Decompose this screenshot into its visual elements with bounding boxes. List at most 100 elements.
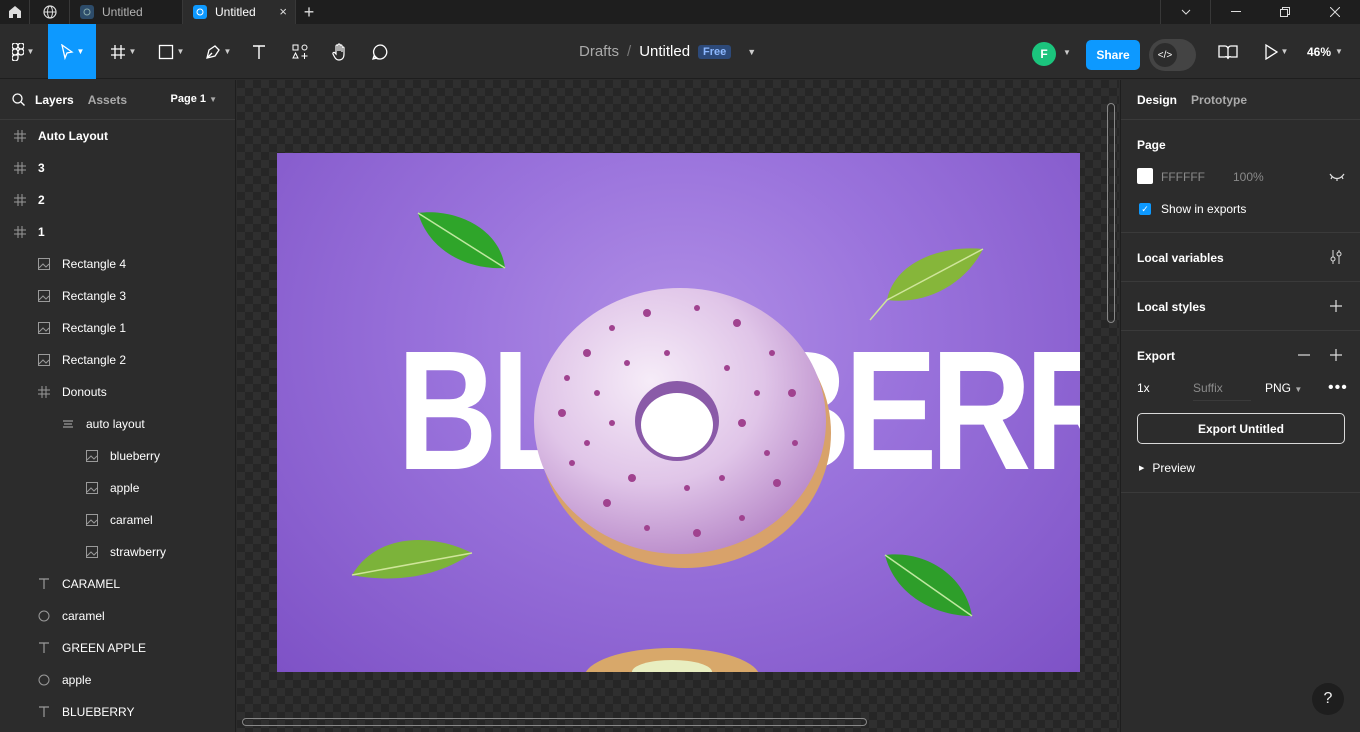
page-color-swatch[interactable] <box>1137 168 1153 184</box>
layer-item[interactable]: caramel <box>0 600 235 632</box>
close-window-button[interactable] <box>1310 0 1360 24</box>
checkbox-checked-icon[interactable]: ✓ <box>1139 203 1151 215</box>
export-button[interactable]: Export Untitled <box>1137 413 1345 444</box>
maximize-button[interactable] <box>1260 0 1310 24</box>
local-variables-label[interactable]: Local variables <box>1137 251 1224 265</box>
help-button[interactable]: ? <box>1312 683 1344 715</box>
export-section-title: Export <box>1137 349 1176 363</box>
export-scale[interactable]: 1x <box>1137 381 1150 395</box>
move-tool-button[interactable]: ▼ <box>48 24 96 79</box>
layer-label: strawberry <box>110 545 167 559</box>
minimize-button[interactable] <box>1210 0 1260 24</box>
text-tool-button[interactable] <box>246 24 272 79</box>
layer-item[interactable]: auto layout <box>0 408 235 440</box>
pen-tool-button[interactable]: ▼ <box>198 24 238 79</box>
breadcrumb-drafts[interactable]: Drafts <box>579 43 619 60</box>
layer-label: 1 <box>38 225 45 239</box>
new-tab-button[interactable]: + <box>296 0 322 24</box>
community-button[interactable] <box>30 0 70 24</box>
local-styles-label[interactable]: Local styles <box>1137 300 1206 314</box>
tab-untitled-2[interactable]: Untitled × <box>183 0 296 24</box>
page-selector[interactable]: Page 1 ▼ <box>171 93 217 105</box>
file-icon <box>193 5 207 19</box>
artboard[interactable]: BLUEBERRY <box>277 153 1080 672</box>
layer-item[interactable]: GREEN APPLE <box>0 632 235 664</box>
layer-item[interactable]: Rectangle 1 <box>0 312 235 344</box>
layer-item[interactable]: BLUEBERRY <box>0 696 235 728</box>
page-color-value[interactable]: FFFFFF <box>1161 170 1205 184</box>
frame-icon <box>12 160 28 176</box>
leaf-image[interactable] <box>347 533 477 583</box>
tab-layers[interactable]: Layers <box>35 93 74 107</box>
tabs-dropdown-button[interactable] <box>1160 0 1210 24</box>
present-button[interactable]: ▼ <box>1258 24 1294 79</box>
main-menu-button[interactable]: ▼ <box>6 24 40 79</box>
export-format-select[interactable]: PNG ▼ <box>1265 381 1302 395</box>
layer-item[interactable]: 3 <box>0 152 235 184</box>
minus-icon[interactable] <box>1298 354 1310 356</box>
search-icon[interactable] <box>12 93 25 106</box>
zoom-control[interactable]: 46% ▼ <box>1307 24 1343 79</box>
tab-prototype[interactable]: Prototype <box>1191 93 1247 107</box>
layer-item[interactable]: apple <box>0 664 235 696</box>
close-tab-button[interactable]: × <box>279 4 287 19</box>
hand-tool-button[interactable] <box>326 24 354 79</box>
library-button[interactable] <box>1214 24 1242 79</box>
plus-icon[interactable] <box>1330 300 1342 312</box>
layer-label: 2 <box>38 193 45 207</box>
frame-tool-button[interactable]: ▼ <box>104 24 142 79</box>
donut-image[interactable] <box>527 283 837 578</box>
page-selector-label: Page 1 <box>170 93 207 105</box>
leaf-image[interactable] <box>865 245 987 325</box>
layer-item[interactable]: 2 <box>0 184 235 216</box>
shape-tool-button[interactable]: ▼ <box>152 24 190 79</box>
layer-item[interactable]: caramel <box>0 504 235 536</box>
sliders-icon[interactable] <box>1329 249 1343 265</box>
donut-partial-image[interactable] <box>582 648 762 672</box>
leaf-image[interactable] <box>880 550 975 620</box>
image-icon <box>36 256 52 272</box>
layer-item[interactable]: Rectangle 3 <box>0 280 235 312</box>
image-icon <box>36 352 52 368</box>
chevron-down-icon[interactable]: ▼ <box>1063 48 1071 57</box>
dev-mode-toggle[interactable]: </> <box>1149 39 1196 71</box>
layer-item[interactable]: CARAMEL <box>0 568 235 600</box>
eye-closed-icon[interactable] <box>1329 172 1345 182</box>
tab-untitled-1[interactable]: Untitled <box>70 0 183 24</box>
layer-item[interactable]: strawberry <box>0 536 235 568</box>
show-in-exports-row[interactable]: ✓ Show in exports <box>1139 202 1246 216</box>
layer-item[interactable]: 1 <box>0 216 235 248</box>
page-opacity-value[interactable]: 100% <box>1233 170 1264 184</box>
comment-tool-button[interactable] <box>366 24 394 79</box>
preview-toggle[interactable]: ▶ Preview <box>1139 461 1195 475</box>
layer-item[interactable]: Rectangle 2 <box>0 344 235 376</box>
layer-label: GREEN APPLE <box>62 641 147 655</box>
layer-item[interactable]: apple <box>0 472 235 504</box>
leaf-image[interactable] <box>415 208 510 273</box>
restore-icon <box>1280 7 1290 17</box>
avatar[interactable]: F <box>1032 42 1056 66</box>
frame-icon <box>12 224 28 240</box>
canvas[interactable]: BLUEBERRY <box>237 80 1119 732</box>
layers-panel: Layers Assets Page 1 ▼ Auto Layout 3 2 1 Rec… <box>0 80 236 732</box>
show-in-exports-label: Show in exports <box>1161 202 1247 216</box>
share-button[interactable]: Share <box>1086 40 1140 70</box>
layer-item[interactable]: blueberry <box>0 440 235 472</box>
more-options-icon[interactable]: ••• <box>1328 379 1348 397</box>
layer-item[interactable]: Rectangle 4 <box>0 248 235 280</box>
image-icon <box>84 448 100 464</box>
resources-tool-button[interactable] <box>286 24 314 79</box>
vertical-scrollbar[interactable] <box>1107 103 1115 323</box>
horizontal-scrollbar[interactable] <box>242 718 867 726</box>
home-button[interactable] <box>0 0 30 24</box>
layer-item[interactable]: Donouts <box>0 376 235 408</box>
chevron-down-icon: ▼ <box>223 47 232 56</box>
export-suffix-input[interactable]: Suffix <box>1193 381 1251 401</box>
layer-item[interactable]: Auto Layout <box>0 120 235 152</box>
chevron-down-icon[interactable]: ▼ <box>747 47 756 57</box>
plan-badge[interactable]: Free <box>698 44 732 59</box>
tab-assets[interactable]: Assets <box>88 93 127 107</box>
file-name[interactable]: Untitled <box>639 43 690 60</box>
plus-icon[interactable] <box>1330 349 1342 361</box>
tab-design[interactable]: Design <box>1137 93 1177 107</box>
